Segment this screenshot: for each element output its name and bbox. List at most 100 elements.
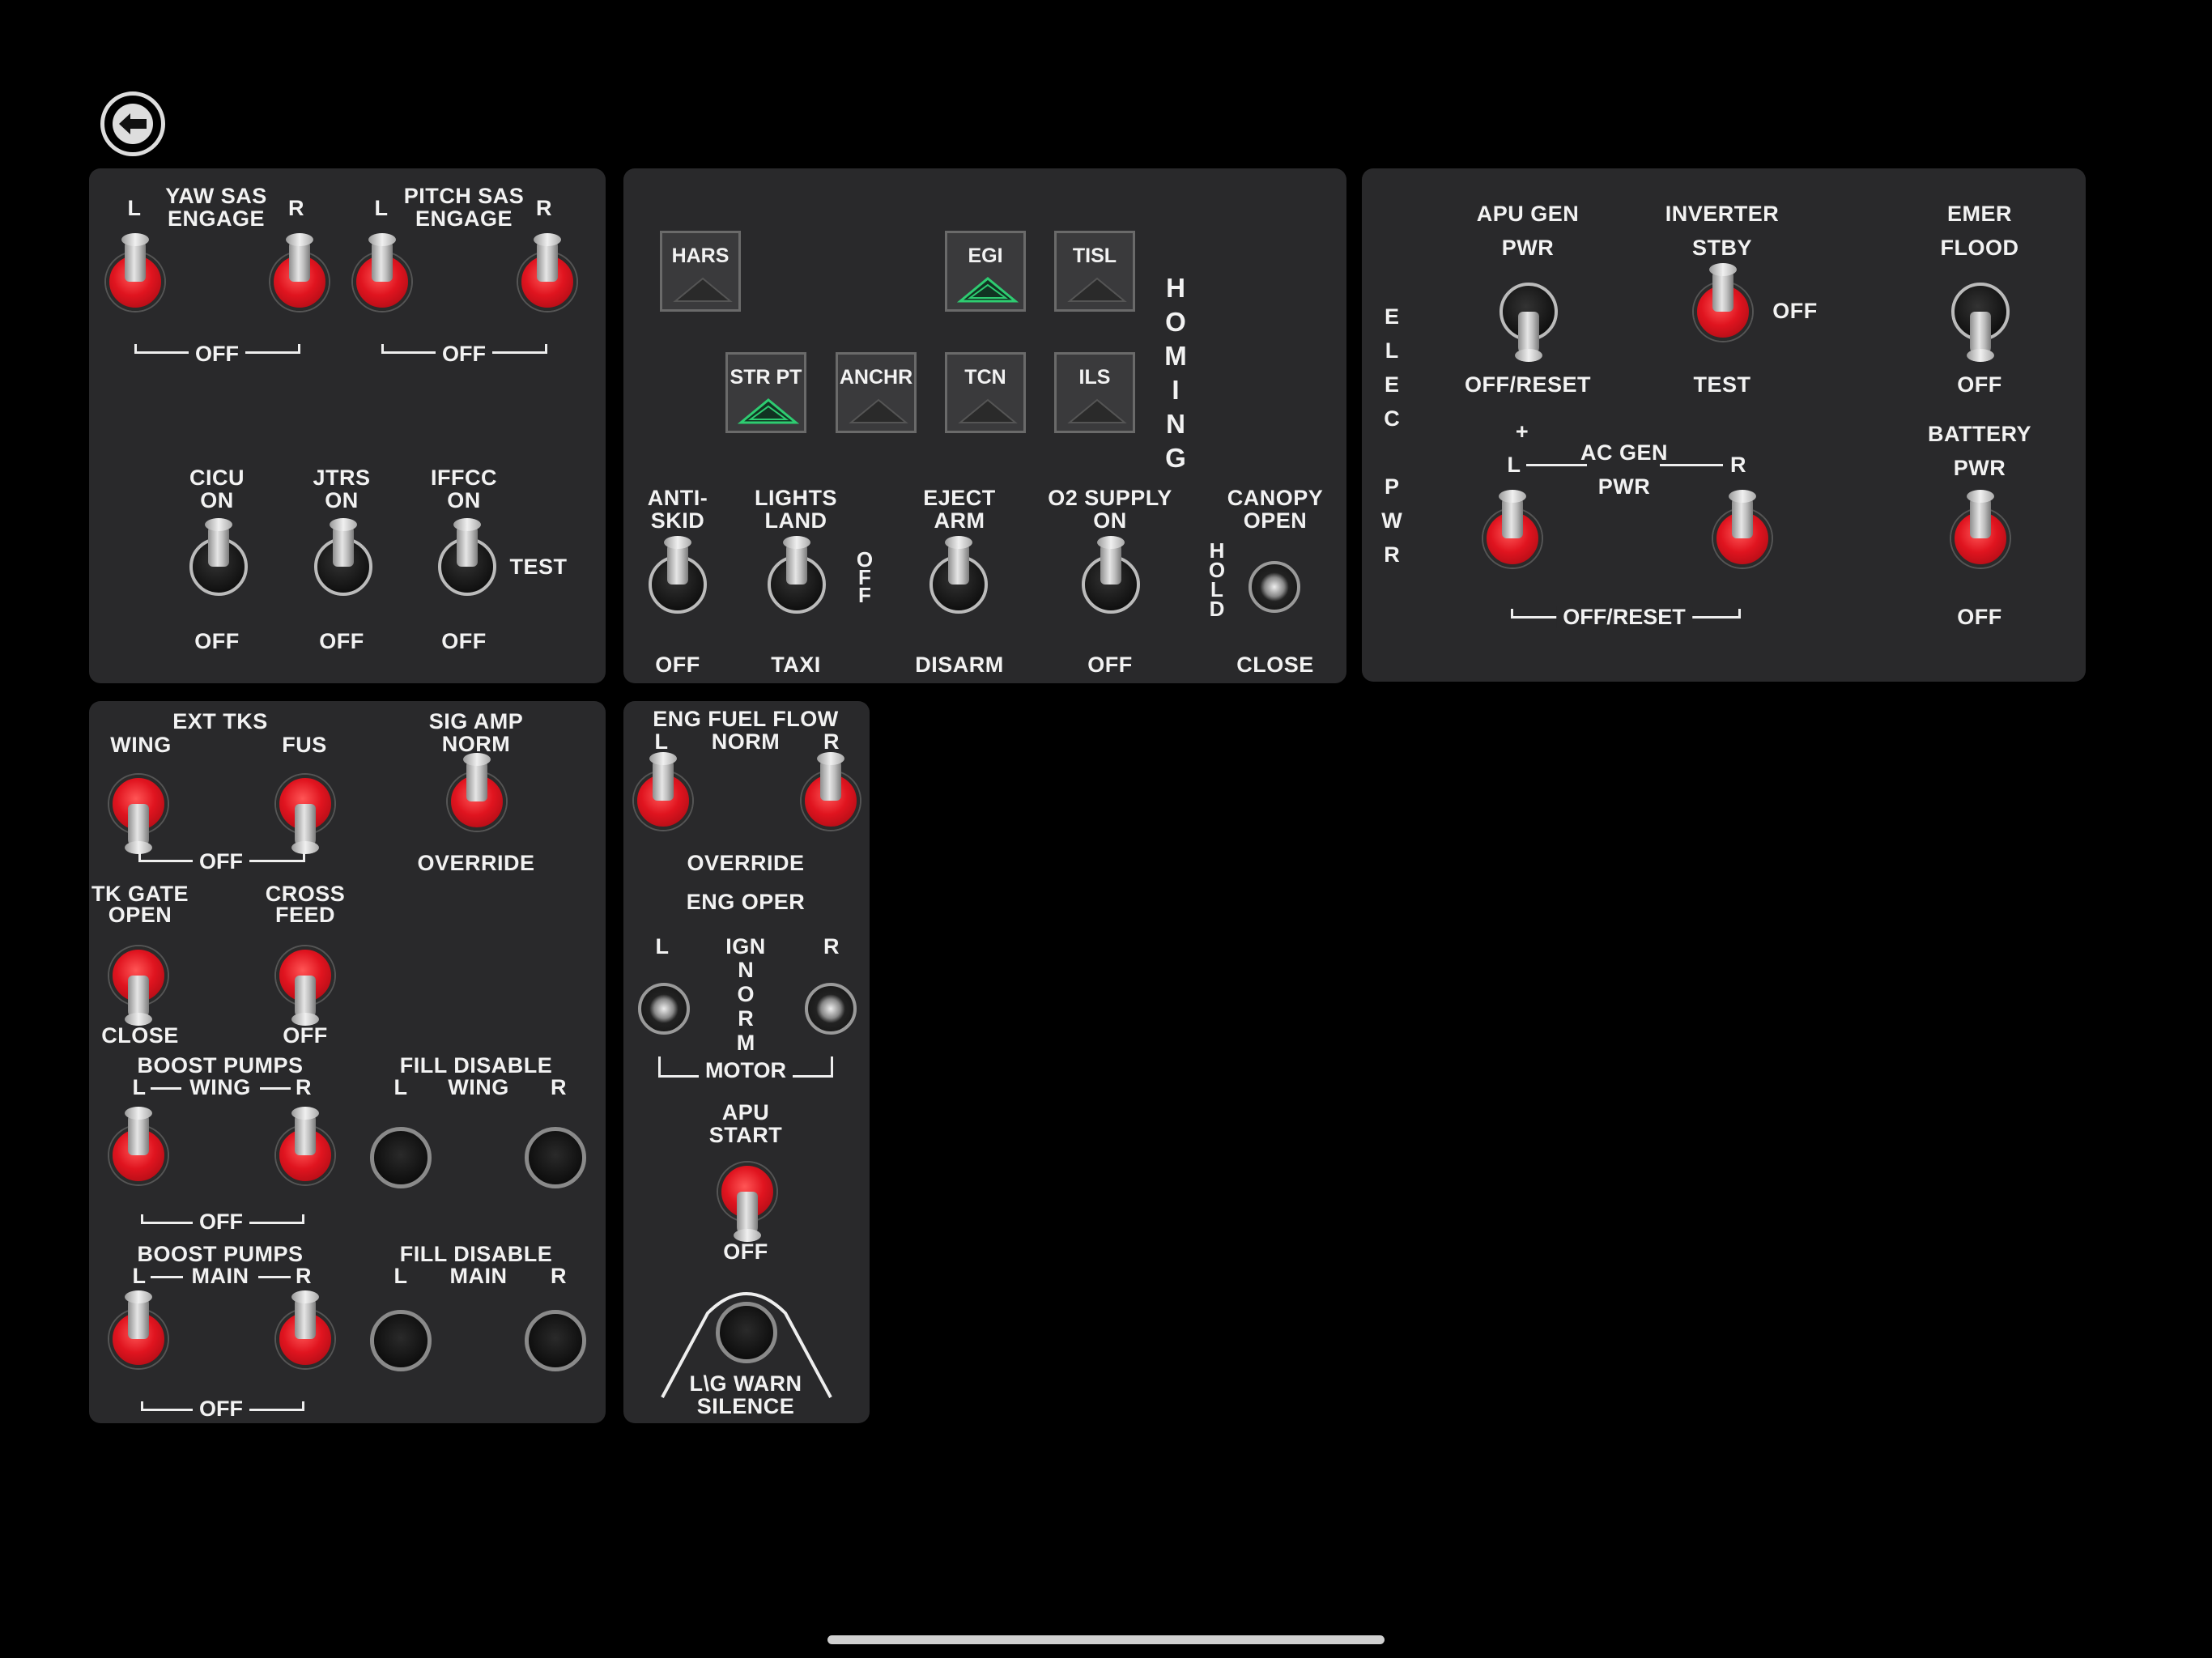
- ac-gen-label: AC GEN PWR: [1580, 440, 1669, 499]
- boost-main-label: BOOST PUMPS: [137, 1242, 304, 1266]
- emer-flood-switch[interactable]: [1948, 279, 2013, 362]
- ac-gen-left-line: [1526, 464, 1587, 466]
- fill-main-sub: MAIN: [449, 1264, 508, 1288]
- homing-label: H O M I N G: [1164, 273, 1187, 473]
- ext-fus-switch[interactable]: [273, 772, 338, 854]
- eng-flow-l: L: [654, 729, 669, 754]
- jtrs-switch[interactable]: [311, 518, 376, 599]
- pitch-sas-label: PITCH SAS ENGAGE: [403, 184, 525, 231]
- boost-main-left-switch[interactable]: [106, 1290, 171, 1371]
- pitch-off-label: OFF: [436, 342, 492, 365]
- battery-label: BATTERY PWR: [1928, 422, 2031, 480]
- pitch-sas-left-switch[interactable]: [350, 233, 415, 314]
- yaw-off-label: OFF: [189, 342, 245, 365]
- ac-off-label: OFF/RESET: [1556, 606, 1692, 628]
- lights-switch[interactable]: [764, 536, 829, 617]
- fill-main-r: R: [551, 1264, 567, 1288]
- fill-main-left-button[interactable]: [370, 1310, 432, 1371]
- eng-oper-right-button[interactable]: [805, 983, 857, 1035]
- iffcc-off-label: OFF: [441, 629, 487, 653]
- lights-label: LIGHTS LAND: [755, 486, 837, 533]
- motor-label: MOTOR: [699, 1059, 793, 1082]
- eng-flow-right-switch[interactable]: [798, 752, 863, 833]
- fill-main-right-button[interactable]: [525, 1310, 586, 1371]
- boost-main-right-switch[interactable]: [273, 1290, 338, 1371]
- eng-flow-norm: NORM: [711, 729, 781, 754]
- canopy-label: CANOPY OPEN: [1227, 486, 1324, 533]
- eng-flow-left-switch[interactable]: [631, 752, 696, 833]
- close-label: CLOSE: [1236, 653, 1314, 677]
- ext-off-label: OFF: [193, 850, 249, 873]
- taxi-label: TAXI: [771, 653, 821, 677]
- ext-tks-label: EXT TKS: [172, 709, 268, 733]
- boost-main-r: R: [296, 1264, 312, 1288]
- antiskid-off-label: OFF: [655, 653, 700, 677]
- canopy-button[interactable]: [1249, 561, 1300, 613]
- norm-vertical-label: N O R M: [736, 958, 755, 1055]
- ac-r-label: R: [1730, 453, 1746, 477]
- fill-wing-right-button[interactable]: [525, 1127, 586, 1188]
- cicu-switch[interactable]: [186, 518, 251, 599]
- anchr-key[interactable]: ANCHR: [836, 352, 917, 433]
- inverter-switch[interactable]: [1691, 263, 1755, 344]
- fill-wing-r: R: [551, 1075, 567, 1099]
- apu-gen-label: APU GEN PWR: [1476, 202, 1580, 260]
- eng-fuel-flow-label: ENG FUEL FLOW: [653, 707, 839, 731]
- tisl-key[interactable]: TISL: [1054, 231, 1135, 312]
- emer-flood-label: EMER FLOOD: [1940, 202, 2019, 260]
- sig-override-label: OVERRIDE: [417, 851, 535, 875]
- iffcc-label: IFFCC ON: [431, 466, 497, 512]
- sig-amp-switch[interactable]: [445, 753, 509, 834]
- apu-gen-switch[interactable]: [1496, 279, 1561, 362]
- apu-off-label: OFF: [723, 1239, 768, 1264]
- eng-oper-r: R: [823, 934, 840, 959]
- cross-feed-label: CROSS FEED: [265, 882, 346, 927]
- pitch-sas-right-switch[interactable]: [515, 233, 580, 314]
- ext-wing-switch[interactable]: [106, 772, 171, 854]
- fus-label: FUS: [282, 733, 327, 757]
- fill-wing-left-button[interactable]: [370, 1127, 432, 1188]
- eng-oper-l: L: [655, 934, 670, 959]
- eject-switch[interactable]: [926, 536, 991, 617]
- fill-main-l: L: [393, 1264, 408, 1288]
- boost-wing-right-switch[interactable]: [273, 1107, 338, 1188]
- ac-plus-label: +: [1515, 419, 1529, 444]
- ac-gen-right-line: [1660, 464, 1723, 466]
- tk-gate-label: TK GATE OPEN: [91, 882, 189, 927]
- egi-key[interactable]: EGI: [945, 231, 1026, 312]
- ac-gen-left-switch[interactable]: [1480, 490, 1545, 571]
- tk-close-label: CLOSE: [101, 1023, 179, 1048]
- apu-start-switch[interactable]: [715, 1159, 780, 1242]
- hars-key[interactable]: HARS: [660, 231, 741, 312]
- tk-gate-switch[interactable]: [106, 943, 171, 1026]
- o2-switch[interactable]: [1078, 536, 1143, 617]
- eject-label: EJECT ARM: [923, 486, 996, 533]
- iffcc-switch[interactable]: [435, 518, 500, 599]
- inverter-test-label: TEST: [1693, 372, 1751, 397]
- fill-wing-l: L: [393, 1075, 408, 1099]
- fill-main-label: FILL DISABLE: [399, 1242, 553, 1266]
- tcn-key[interactable]: TCN: [945, 352, 1026, 433]
- boost-wing-line-r: [260, 1087, 291, 1090]
- battery-off-label: OFF: [1957, 605, 2002, 629]
- battery-switch[interactable]: [1948, 490, 2013, 571]
- str-pt-key[interactable]: STR PT: [725, 352, 806, 433]
- back-button[interactable]: [100, 91, 165, 156]
- boost-main-line-r: [258, 1276, 291, 1278]
- ils-key[interactable]: ILS: [1054, 352, 1135, 433]
- eng-oper-left-button[interactable]: [638, 983, 690, 1035]
- yaw-sas-label: YAW SAS ENGAGE: [165, 184, 267, 231]
- sig-amp-label: SIG AMP NORM: [428, 709, 524, 756]
- home-indicator[interactable]: [827, 1635, 1385, 1644]
- eng-oper-label: ENG OPER: [686, 890, 806, 914]
- boost-wing-left-switch[interactable]: [106, 1107, 171, 1188]
- yaw-sas-right-switch[interactable]: [267, 233, 332, 314]
- antiskid-switch[interactable]: [645, 536, 710, 617]
- yaw-sas-left-switch[interactable]: [103, 233, 168, 314]
- cicu-label: CICU ON: [189, 466, 245, 512]
- ac-gen-right-switch[interactable]: [1710, 490, 1775, 571]
- canopy-hold-label: H O L D: [1208, 538, 1226, 621]
- boost-wing-label: BOOST PUMPS: [137, 1053, 304, 1078]
- lg-warn-silence-button[interactable]: [716, 1302, 777, 1363]
- cross-feed-switch[interactable]: [273, 943, 338, 1026]
